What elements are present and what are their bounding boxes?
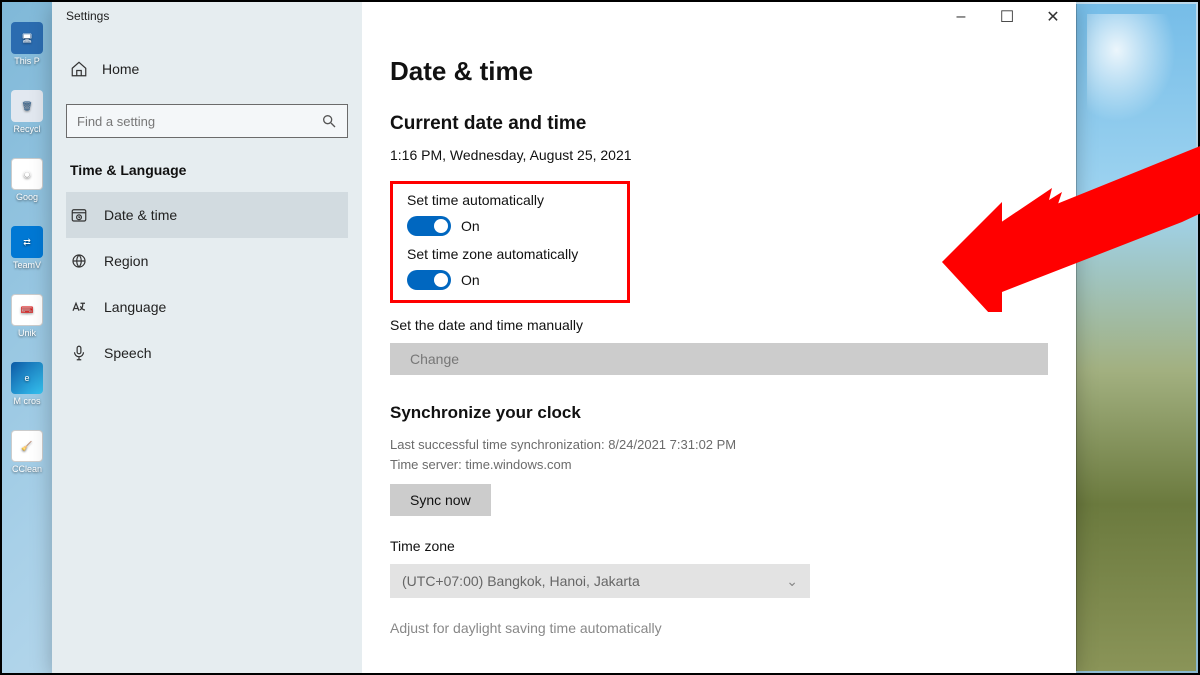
set-time-auto-state: On — [461, 218, 480, 234]
search-icon — [321, 113, 337, 129]
desktop-icon-thispc[interactable]: 🖥This P — [8, 22, 46, 66]
dst-label: Adjust for daylight saving time automati… — [390, 620, 1048, 636]
tz-heading: Time zone — [390, 538, 1048, 554]
search-placeholder: Find a setting — [77, 114, 321, 129]
desktop-icon-ccleaner[interactable]: 🧹CClean — [8, 430, 46, 474]
minimize-button[interactable]: – — [938, 2, 984, 32]
wallpaper-scenic — [1076, 4, 1196, 671]
current-datetime-value: 1:16 PM, Wednesday, August 25, 2021 — [390, 147, 1048, 163]
sidebar: Settings Home Find a setting Time & Lang… — [52, 2, 362, 673]
desktop-icon-edge[interactable]: eM cros — [8, 362, 46, 406]
maximize-icon: ☐ — [1000, 7, 1014, 27]
set-manual-label: Set the date and time manually — [390, 317, 1048, 333]
sidebar-item-label: Date & time — [104, 207, 177, 223]
desktop-icon-chrome[interactable]: ◉Goog — [8, 158, 46, 202]
chevron-down-icon: ⌄ — [786, 573, 798, 590]
home-label: Home — [102, 61, 139, 77]
search-input[interactable]: Find a setting — [66, 104, 348, 138]
globe-icon — [70, 252, 88, 270]
mic-icon — [70, 344, 88, 362]
current-datetime-heading: Current date and time — [390, 113, 1048, 135]
desktop-icon-unikey[interactable]: ⌨Unik — [8, 294, 46, 338]
set-time-auto-label: Set time automatically — [407, 192, 613, 208]
language-icon — [70, 298, 88, 316]
clock-icon — [70, 206, 88, 224]
sidebar-item-label: Speech — [104, 345, 151, 361]
close-icon: ✕ — [1046, 7, 1059, 27]
desktop-icon-recycle[interactable]: 🗑Recycl — [8, 90, 46, 134]
sidebar-item-label: Language — [104, 299, 166, 315]
sidebar-item-region[interactable]: Region — [66, 238, 348, 284]
window-title: Settings — [52, 2, 362, 30]
sync-heading: Synchronize your clock — [390, 403, 1048, 423]
sync-last: Last successful time synchronization: 8/… — [390, 435, 1048, 455]
highlight-annotation: Set time automatically On Set time zone … — [390, 181, 630, 303]
sidebar-item-language[interactable]: Language — [66, 284, 348, 330]
content-pane: – ☐ ✕ Date & time Current date and time … — [362, 2, 1076, 673]
window-controls: – ☐ ✕ — [938, 2, 1076, 32]
sync-server: Time server: time.windows.com — [390, 455, 1048, 475]
sidebar-item-date-time[interactable]: Date & time — [66, 192, 348, 238]
change-button: Change — [390, 343, 1048, 375]
sidebar-items: Date & time Region Language — [66, 192, 348, 376]
minimize-icon: – — [957, 8, 966, 26]
tz-select[interactable]: (UTC+07:00) Bangkok, Hanoi, Jakarta ⌄ — [390, 564, 810, 598]
settings-window: Settings Home Find a setting Time & Lang… — [52, 2, 1076, 673]
desktop-icon-teamviewer[interactable]: ⇄TeamV — [8, 226, 46, 270]
sidebar-category: Time & Language — [66, 156, 348, 192]
maximize-button[interactable]: ☐ — [984, 2, 1030, 32]
desktop-icons: 🖥This P 🗑Recycl ◉Goog ⇄TeamV ⌨Unik eM cr… — [2, 2, 52, 673]
set-tz-auto-state: On — [461, 272, 480, 288]
page-title: Date & time — [390, 56, 1048, 87]
set-tz-auto-toggle[interactable] — [407, 270, 451, 290]
home-icon — [70, 60, 88, 78]
set-tz-auto-label: Set time zone automatically — [407, 246, 613, 262]
sidebar-item-label: Region — [104, 253, 148, 269]
sidebar-item-speech[interactable]: Speech — [66, 330, 348, 376]
set-time-auto-toggle[interactable] — [407, 216, 451, 236]
tz-value: (UTC+07:00) Bangkok, Hanoi, Jakarta — [402, 573, 640, 589]
close-button[interactable]: ✕ — [1030, 2, 1076, 32]
sync-now-button[interactable]: Sync now — [390, 484, 491, 516]
home-nav[interactable]: Home — [66, 48, 348, 90]
